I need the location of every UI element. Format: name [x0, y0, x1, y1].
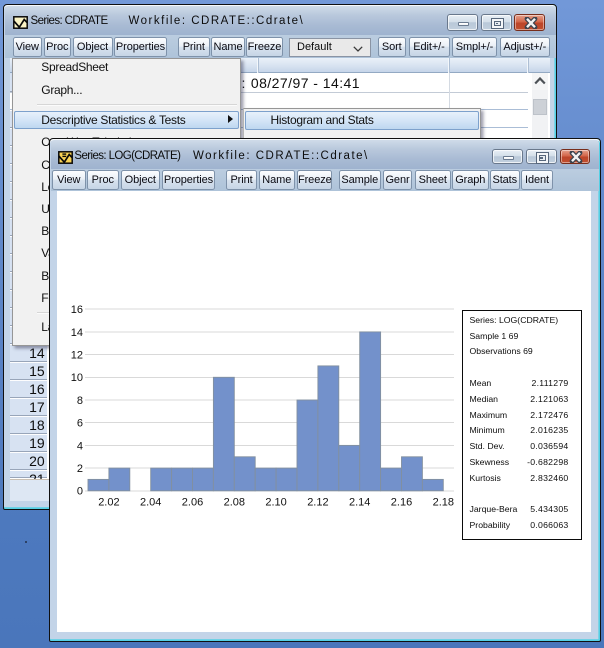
- svg-text:6: 6: [77, 418, 83, 430]
- svg-text:2: 2: [77, 463, 83, 475]
- svg-text:10: 10: [71, 372, 83, 384]
- svg-text:14: 14: [71, 327, 83, 339]
- svg-text:12: 12: [71, 350, 83, 362]
- svg-text:2.14: 2.14: [349, 496, 370, 508]
- svg-text:8: 8: [77, 395, 83, 407]
- svg-text:4: 4: [77, 440, 83, 452]
- svg-text:2.04: 2.04: [140, 496, 161, 508]
- svg-text:2.02: 2.02: [98, 496, 119, 508]
- svg-text:2.08: 2.08: [224, 496, 245, 508]
- svg-text:2.06: 2.06: [182, 496, 203, 508]
- svg-text:2.16: 2.16: [391, 496, 412, 508]
- svg-text:2.12: 2.12: [307, 496, 328, 508]
- svg-text:16: 16: [71, 304, 83, 316]
- svg-text:2.10: 2.10: [265, 496, 286, 508]
- svg-text:0: 0: [77, 486, 83, 498]
- svg-text:2.18: 2.18: [433, 496, 454, 508]
